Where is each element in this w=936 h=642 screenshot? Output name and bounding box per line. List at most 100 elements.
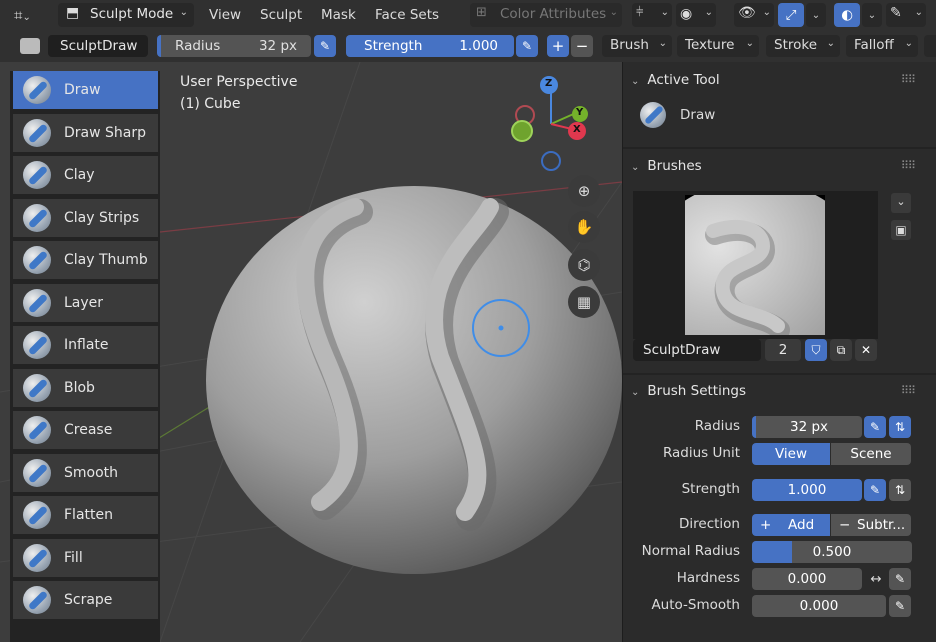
image-icon[interactable]: ▣ xyxy=(891,220,911,240)
pressure-radius-icon[interactable]: ✎ xyxy=(864,416,886,438)
tool-crease[interactable]: Crease xyxy=(13,411,158,451)
drag-grip-icon[interactable]: ⠿⠿ xyxy=(901,151,916,181)
direction-add[interactable]: + Add xyxy=(752,514,830,536)
tool-label: Clay xyxy=(64,167,95,183)
close-icon[interactable]: ✕ xyxy=(855,339,877,361)
brush-users-count[interactable]: 2 xyxy=(765,339,801,361)
strength-lock-icon[interactable]: ⇅ xyxy=(889,479,911,501)
pressure-hardness-icon[interactable]: ✎ xyxy=(889,568,911,590)
stroke-menu[interactable]: Stroke ⌄ xyxy=(766,35,840,57)
strength-value: 1.000 xyxy=(459,38,498,54)
brush-menu[interactable]: Brush ⌄ xyxy=(602,35,672,57)
overlay-toggle[interactable]: ◐ xyxy=(834,3,860,27)
menu-view[interactable]: View xyxy=(209,5,241,25)
zoom-icon[interactable]: ⊕ xyxy=(568,175,600,207)
direction-subtract-button[interactable]: − xyxy=(571,35,593,57)
tool-blob[interactable]: Blob xyxy=(13,368,158,409)
chevron-down-icon: ⌄ xyxy=(704,7,713,18)
tool-smooth[interactable]: Smooth xyxy=(13,453,158,494)
hardness-field[interactable]: 0.000 xyxy=(752,568,862,590)
options-menu[interactable] xyxy=(924,35,936,57)
stroke-menu-label: Stroke xyxy=(774,37,818,53)
strength-slider[interactable]: Strength 1.000 xyxy=(346,35,514,57)
shading-dropdown[interactable]: ◉ ⌄ xyxy=(676,3,716,27)
strength-field[interactable]: 1.000 xyxy=(752,479,862,501)
duplicate-icon[interactable]: ⧉ xyxy=(830,339,852,361)
auto-smooth-field[interactable]: 0.000 xyxy=(752,595,886,617)
tool-label: Scrape xyxy=(64,592,113,608)
hand-pan-icon[interactable]: ✋ xyxy=(568,211,600,243)
direction-label: Direction xyxy=(679,516,740,532)
brush-preview-area[interactable] xyxy=(633,191,878,339)
section-title: Brush Settings xyxy=(647,383,747,399)
tool-clay-strips[interactable]: Clay Strips xyxy=(13,198,158,239)
separator xyxy=(623,147,936,149)
tool-label: Crease xyxy=(64,422,113,438)
mode-dropdown[interactable]: ⬒ Sculpt Mode ⌄ xyxy=(58,3,194,27)
brush-tool-icon xyxy=(23,331,51,359)
radius-unit-scene[interactable]: Scene xyxy=(831,443,911,465)
menu-mask[interactable]: Mask xyxy=(321,5,356,25)
xray-dropdown[interactable]: ✎ ⌄ xyxy=(886,3,926,27)
pressure-strength-icon[interactable]: ✎ xyxy=(516,35,538,57)
drag-grip-icon[interactable]: ⠿⠿ xyxy=(901,376,916,406)
pressure-strength-icon[interactable]: ✎ xyxy=(864,479,886,501)
color-attributes-dropdown[interactable]: ⊞ Color Attributes ⌄ xyxy=(470,3,622,27)
tool-draw-sharp[interactable]: Draw Sharp xyxy=(13,113,158,154)
mode-label: Sculpt Mode xyxy=(90,6,174,22)
pressure-autosmooth-icon[interactable]: ✎ xyxy=(889,595,911,617)
object-label: (1) Cube xyxy=(180,96,241,112)
tool-scrape[interactable]: Scrape xyxy=(13,581,158,621)
gizmo-dropdown[interactable]: ⌄ xyxy=(806,3,826,27)
tool-layer[interactable]: Layer xyxy=(13,283,158,324)
menu-face-sets[interactable]: Face Sets xyxy=(375,5,439,25)
direction-subtract[interactable]: − Subtr... xyxy=(831,514,911,536)
tool-fill[interactable]: Fill xyxy=(13,538,158,579)
radius-slider[interactable]: Radius 32 px xyxy=(157,35,311,57)
hardness-label: Hardness xyxy=(676,570,740,586)
symmetry-icon: ⫩ xyxy=(636,5,644,20)
falloff-menu[interactable]: Falloff ⌄ xyxy=(846,35,918,57)
direction-subtract-label: Subtr... xyxy=(857,517,906,533)
fake-user-shield-icon[interactable]: ⛉ xyxy=(805,339,827,361)
grid-perspective-icon[interactable]: ▦ xyxy=(568,286,600,318)
brushes-header[interactable]: ⌄ Brushes ⠿⠿ xyxy=(623,151,923,181)
visibility-dropdown[interactable]: 👁 ⌄ xyxy=(734,3,774,27)
pressure-radius-icon[interactable]: ✎ xyxy=(314,35,336,57)
brush-settings-header[interactable]: ⌄ Brush Settings ⠿⠿ xyxy=(623,376,923,406)
brush-name-input[interactable]: SculptDraw xyxy=(633,339,761,361)
camera-icon[interactable]: ⌬ xyxy=(568,249,600,281)
gizmo-toggle[interactable]: ⤢ xyxy=(778,3,804,27)
normal-radius-field[interactable]: 0.500 xyxy=(752,541,912,563)
direction-add-button[interactable]: + xyxy=(547,35,569,57)
chevron-down-icon: ⌄ xyxy=(609,7,618,18)
mode-icon: ⬒ xyxy=(66,5,80,21)
radius-unit-view[interactable]: View xyxy=(752,443,830,465)
texture-menu[interactable]: Texture ⌄ xyxy=(677,35,759,57)
chevron-down-icon: ⌄ xyxy=(914,7,923,18)
radius-lock-icon[interactable]: ⇅ xyxy=(889,416,911,438)
brush-tool-icon xyxy=(23,543,51,572)
chevron-down-icon: ⌄ xyxy=(658,38,667,49)
plus-icon: + xyxy=(760,517,772,533)
tool-clay-thumb[interactable]: Clay Thumb xyxy=(13,241,158,281)
drag-grip-icon[interactable]: ⠿⠿ xyxy=(901,65,916,95)
record-icon: ◉ xyxy=(680,6,693,22)
brush-name-field[interactable]: SculptDraw xyxy=(48,35,148,57)
tool-flatten[interactable]: Flatten xyxy=(13,496,158,536)
symmetry-dropdown[interactable]: ⫩ ⌄ xyxy=(632,3,672,27)
brush-tool-icon xyxy=(23,203,51,232)
tool-inflate[interactable]: Inflate xyxy=(13,326,158,366)
overlay-dropdown[interactable]: ⌄ xyxy=(862,3,882,27)
tool-draw[interactable]: Draw xyxy=(13,71,158,111)
tool-label: Clay Thumb xyxy=(64,252,148,268)
active-tool-header[interactable]: ⌄ Active Tool ⠿⠿ xyxy=(623,65,923,95)
editor-type-button[interactable]: ⌗⌄ xyxy=(14,4,50,26)
menu-sculpt[interactable]: Sculpt xyxy=(260,5,302,25)
chevron-down-icon: ⌄ xyxy=(826,38,835,49)
tool-clay[interactable]: Clay xyxy=(13,156,158,196)
invert-arrows-icon[interactable]: ↔ xyxy=(866,568,886,590)
tool-label: Draw xyxy=(64,82,101,98)
radius-field[interactable]: 32 px xyxy=(752,416,862,438)
brush-menu-button[interactable]: ⌄ xyxy=(891,193,911,213)
